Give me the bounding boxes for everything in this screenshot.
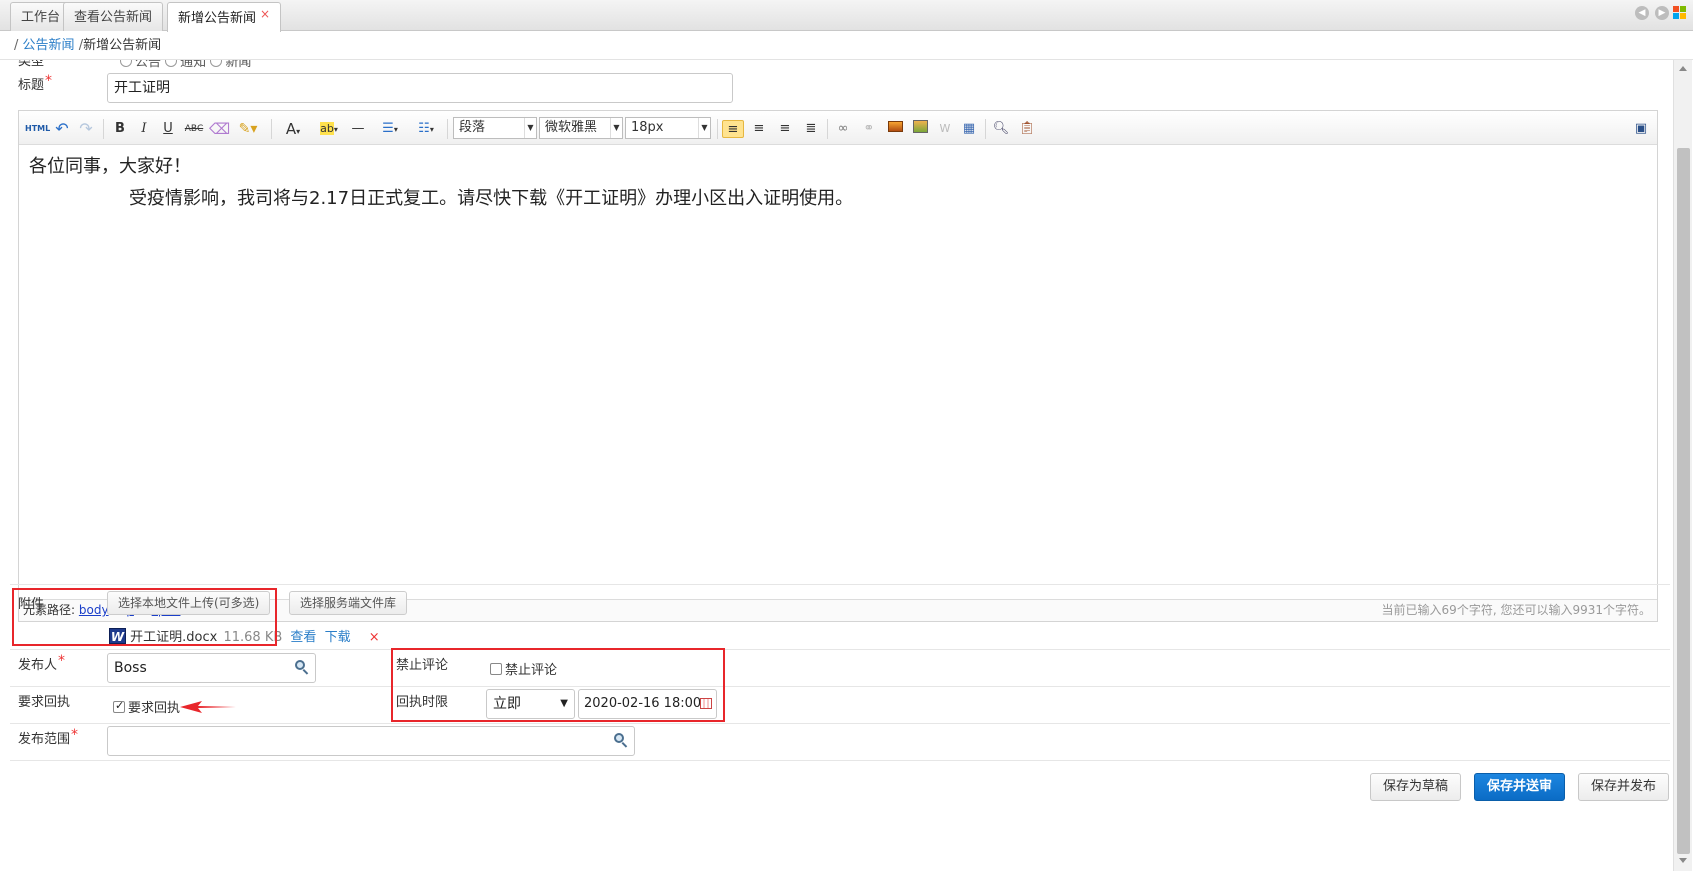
type-options: 公告 通知 新闻 — [120, 60, 251, 70]
scope-label: 发布范围* — [18, 727, 79, 747]
font-family-select[interactable]: 微软雅黑 ▼ — [539, 117, 623, 139]
format-painter-icon[interactable]: ✎▾ — [233, 120, 263, 138]
search-icon[interactable] — [295, 660, 309, 675]
paste-icon[interactable]: 📋︎ — [1017, 120, 1037, 138]
html-source-button[interactable]: HTML — [25, 120, 50, 138]
font-size-select[interactable]: 18px ▼ — [625, 117, 711, 139]
scroll-down-arrow-icon[interactable] — [1679, 858, 1687, 863]
publisher-label: 发布人* — [18, 653, 66, 673]
vertical-scrollbar[interactable] — [1673, 60, 1692, 871]
image-icon[interactable] — [885, 120, 905, 138]
search-replace-icon[interactable]: 🔍︎ — [991, 120, 1011, 138]
redo-icon[interactable]: ↷ — [77, 120, 95, 138]
tab-view-announcements[interactable]: 查看公告新闻 — [63, 2, 164, 31]
align-right-icon[interactable]: ≡ — [775, 120, 795, 138]
tab-bar: 工作台 查看公告新闻 新增公告新闻 × ◀ ▶ — [0, 0, 1693, 32]
italic-button[interactable]: I — [135, 120, 153, 138]
scroll-left-icon[interactable]: ◀ — [1635, 6, 1649, 20]
search-icon[interactable] — [614, 733, 628, 748]
table-icon[interactable]: ▦ — [959, 120, 979, 138]
title-input[interactable]: 开工证明 — [107, 73, 733, 103]
tab-add-announcement[interactable]: 新增公告新闻 × — [167, 2, 282, 32]
require-receipt-field: 要求回执 — [113, 697, 180, 716]
link-icon[interactable]: ∞ — [833, 120, 853, 138]
content-paragraph: 受疫情影响，我司将与2.17日正式复工。请尽快下载《开工证明》办理小区出入证明使… — [129, 188, 854, 209]
type-label: 类型 — [18, 60, 45, 69]
close-icon[interactable]: × — [260, 7, 270, 21]
eraser-icon[interactable]: ⌫ — [209, 120, 230, 138]
breadcrumb: / 公告新闻 /新增公告新闻 — [0, 32, 1693, 60]
horizontal-rule-icon[interactable]: — — [349, 120, 367, 138]
radio-announcement[interactable] — [120, 60, 132, 67]
underline-button[interactable]: U — [159, 120, 177, 138]
arrow-annotation-icon — [180, 701, 236, 713]
highlight-button[interactable]: ab▾ — [313, 120, 345, 138]
editor-toolbar: HTML ↶ ↷ B I U ABC ⌫ ✎▾ A▾ ab▾ — ☰▾ ☷▾ 段… — [19, 111, 1657, 145]
require-receipt-label: 要求回执 — [18, 695, 71, 710]
tab-workbench[interactable]: 工作台 — [10, 2, 72, 31]
save-submit-review-button[interactable]: 保存并送审 — [1474, 773, 1566, 801]
require-receipt-checkbox[interactable] — [113, 699, 125, 713]
unlink-icon[interactable]: ⚭ — [859, 120, 879, 138]
attachment-delete-icon[interactable]: × — [369, 630, 380, 645]
breadcrumb-link-announcements[interactable]: 公告新闻 — [23, 38, 75, 53]
content-greeting: 各位同事，大家好！ — [29, 156, 191, 177]
fullscreen-icon[interactable]: ▣ — [1631, 120, 1651, 138]
editor-content[interactable]: 各位同事，大家好！ 受疫情影响，我司将与2.17日正式复工。请尽快下载《开工证明… — [19, 146, 1657, 604]
strikethrough-button[interactable]: ABC — [183, 120, 205, 138]
title-label: 标题* — [18, 73, 53, 93]
highlight-box-comment-receipt — [391, 648, 725, 722]
attachment-download-link[interactable]: 下载 — [325, 630, 351, 645]
scroll-up-arrow-icon[interactable] — [1679, 66, 1687, 71]
scrollbar-thumb[interactable] — [1677, 148, 1690, 854]
save-publish-button[interactable]: 保存并发布 — [1578, 773, 1670, 801]
attachment-view-link[interactable]: 查看 — [290, 630, 316, 645]
scroll-right-icon[interactable]: ▶ — [1655, 6, 1669, 20]
windows-menu-icon[interactable] — [1673, 6, 1686, 19]
align-justify-icon[interactable]: ≣ — [801, 120, 821, 138]
publisher-input[interactable]: Boss — [107, 653, 316, 683]
radio-notice[interactable] — [165, 60, 178, 67]
upload-server-button[interactable]: 选择服务端文件库 — [289, 591, 408, 615]
chevron-down-icon: ▼ — [524, 118, 536, 138]
paragraph-select[interactable]: 段落 ▼ — [453, 117, 537, 139]
highlight-box-attachment — [12, 588, 277, 646]
font-color-button[interactable]: A▾ — [279, 120, 307, 138]
multi-image-icon[interactable] — [909, 120, 931, 138]
chevron-down-icon: ▼ — [698, 118, 710, 138]
align-center-icon[interactable]: ≡ — [749, 120, 769, 138]
breadcrumb-current: 新增公告新闻 — [83, 38, 162, 53]
undo-icon[interactable]: ↶ — [53, 120, 71, 138]
announcement-form: 类型 公告 通知 新闻 标题* 开工证明 HTML ↶ ↷ B I U ABC … — [10, 60, 1670, 820]
radio-news[interactable] — [210, 60, 223, 67]
unordered-list-icon[interactable]: ☷▾ — [411, 120, 441, 138]
character-count: 当前已输入69个字符, 您还可以输入9931个字符。 — [1381, 603, 1651, 617]
align-left-icon[interactable]: ≡ — [722, 120, 744, 138]
word-image-icon[interactable]: W — [935, 120, 955, 138]
chevron-down-icon: ▼ — [610, 118, 622, 138]
rich-text-editor: HTML ↶ ↷ B I U ABC ⌫ ✎▾ A▾ ab▾ — ☰▾ ☷▾ 段… — [18, 110, 1658, 622]
bold-button[interactable]: B — [111, 120, 129, 138]
scope-input[interactable] — [107, 726, 635, 756]
save-draft-button[interactable]: 保存为草稿 — [1370, 773, 1462, 801]
ordered-list-icon[interactable]: ☰▾ — [375, 120, 405, 138]
